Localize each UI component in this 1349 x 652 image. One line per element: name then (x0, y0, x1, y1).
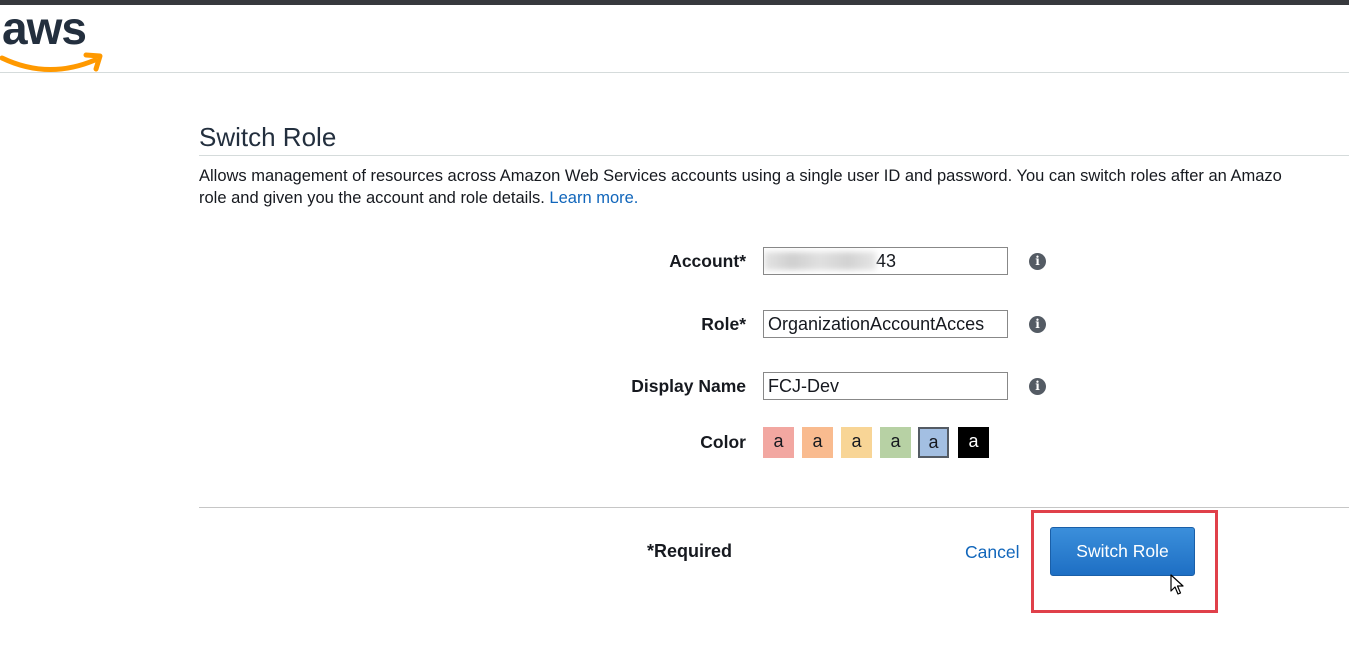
header: aws (0, 2, 1349, 74)
role-label: Role* (701, 314, 746, 334)
description-line-2: role and given you the account and role … (199, 188, 545, 207)
role-info-icon[interactable]: i (1029, 316, 1046, 333)
description-line-1: Allows management of resources across Am… (199, 167, 1282, 185)
display-name-info-icon[interactable]: i (1029, 378, 1046, 395)
page-description: Allows management of resources across Am… (199, 166, 1349, 209)
color-swatch-orange[interactable]: a (802, 427, 833, 458)
account-value-suffix: 43 (876, 251, 897, 271)
cancel-link[interactable]: Cancel (965, 542, 1019, 563)
color-swatch-blue[interactable]: a (918, 427, 949, 458)
color-swatch-yellow[interactable]: a (841, 427, 872, 458)
account-label: Account* (669, 251, 746, 271)
mouse-pointer-icon (1170, 574, 1184, 595)
display-name-input[interactable]: FCJ-Dev (763, 372, 1008, 400)
color-swatch-red[interactable]: a (763, 427, 794, 458)
learn-more-link[interactable]: Learn more. (549, 189, 638, 207)
required-note: *Required (647, 541, 733, 561)
color-swatch-black[interactable]: a (958, 427, 989, 458)
page-title: Switch Role (199, 122, 337, 152)
form-divider (199, 507, 1349, 508)
role-input[interactable]: OrganizationAccountAcces (763, 310, 1008, 338)
account-input[interactable]: 43 (763, 247, 1008, 275)
account-info-icon[interactable]: i (1029, 253, 1046, 270)
aws-smile-icon (0, 52, 103, 72)
color-swatch-green[interactable]: a (880, 427, 911, 458)
switch-role-button[interactable]: Switch Role (1050, 527, 1195, 576)
title-divider (199, 155, 1349, 156)
aws-logo[interactable]: aws (0, 2, 110, 74)
display-name-label: Display Name (631, 376, 746, 396)
redacted-account-digits (764, 252, 876, 270)
color-label: Color (700, 432, 746, 452)
